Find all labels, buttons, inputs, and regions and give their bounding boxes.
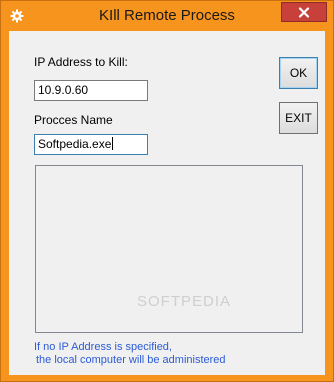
close-icon [298, 6, 310, 18]
ip-address-label: IP Address to Kill: [34, 55, 128, 69]
info-note-line-2: the local computer will be administered [36, 354, 226, 366]
process-name-input[interactable]: Softpedia.exe [34, 134, 148, 155]
info-note-line-1: If no IP Address is specified, [34, 341, 172, 353]
title-bar[interactable]: KIll Remote Process [1, 1, 333, 31]
text-caret [112, 137, 114, 150]
process-name-label: Procces Name [34, 113, 113, 127]
ip-address-input[interactable]: 10.9.0.60 [34, 80, 148, 101]
app-window: KIll Remote Process IP Address to Kill: … [0, 0, 334, 382]
watermark: SOFTPEDIA [137, 293, 232, 310]
client-area: IP Address to Kill: 10.9.0.60 Procces Na… [9, 31, 325, 375]
process-name-value: Softpedia.exe [38, 137, 112, 151]
close-button[interactable] [281, 2, 327, 22]
exit-button[interactable]: EXIT [279, 102, 318, 134]
ok-button[interactable]: OK [279, 57, 318, 89]
